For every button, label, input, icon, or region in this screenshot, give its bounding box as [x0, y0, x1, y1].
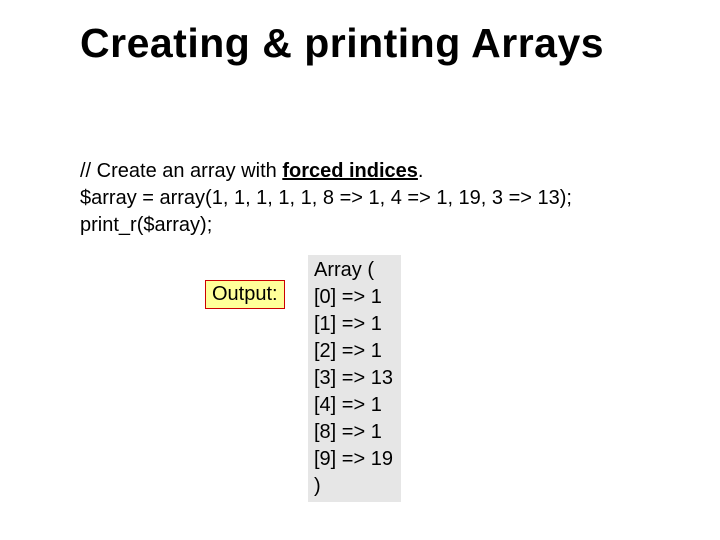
output-line: [1] => 1	[314, 311, 393, 338]
code-line-2: $array = array(1, 1, 1, 1, 1, 8 => 1, 4 …	[80, 185, 572, 212]
comment-prefix: // Create an array with	[80, 160, 282, 182]
code-line-3: print_r($array);	[80, 212, 572, 239]
output-line: [8] => 1	[314, 419, 393, 446]
output-box: Array ( [0] => 1 [1] => 1 [2] => 1 [3] =…	[308, 255, 401, 502]
output-label: Output:	[205, 280, 285, 309]
slide-title: Creating & printing Arrays	[80, 20, 604, 67]
code-line-1: // Create an array with forced indices.	[80, 158, 572, 185]
output-line: Array (	[314, 257, 393, 284]
output-line: [2] => 1	[314, 338, 393, 365]
output-line: [3] => 13	[314, 365, 393, 392]
output-line: )	[314, 473, 393, 500]
comment-suffix: .	[418, 160, 424, 182]
comment-forced: forced indices	[282, 160, 418, 182]
output-line: [4] => 1	[314, 392, 393, 419]
output-line: [0] => 1	[314, 284, 393, 311]
code-block: // Create an array with forced indices. …	[80, 158, 572, 239]
slide: Creating & printing Arrays // Create an …	[0, 0, 720, 540]
output-line: [9] => 19	[314, 446, 393, 473]
